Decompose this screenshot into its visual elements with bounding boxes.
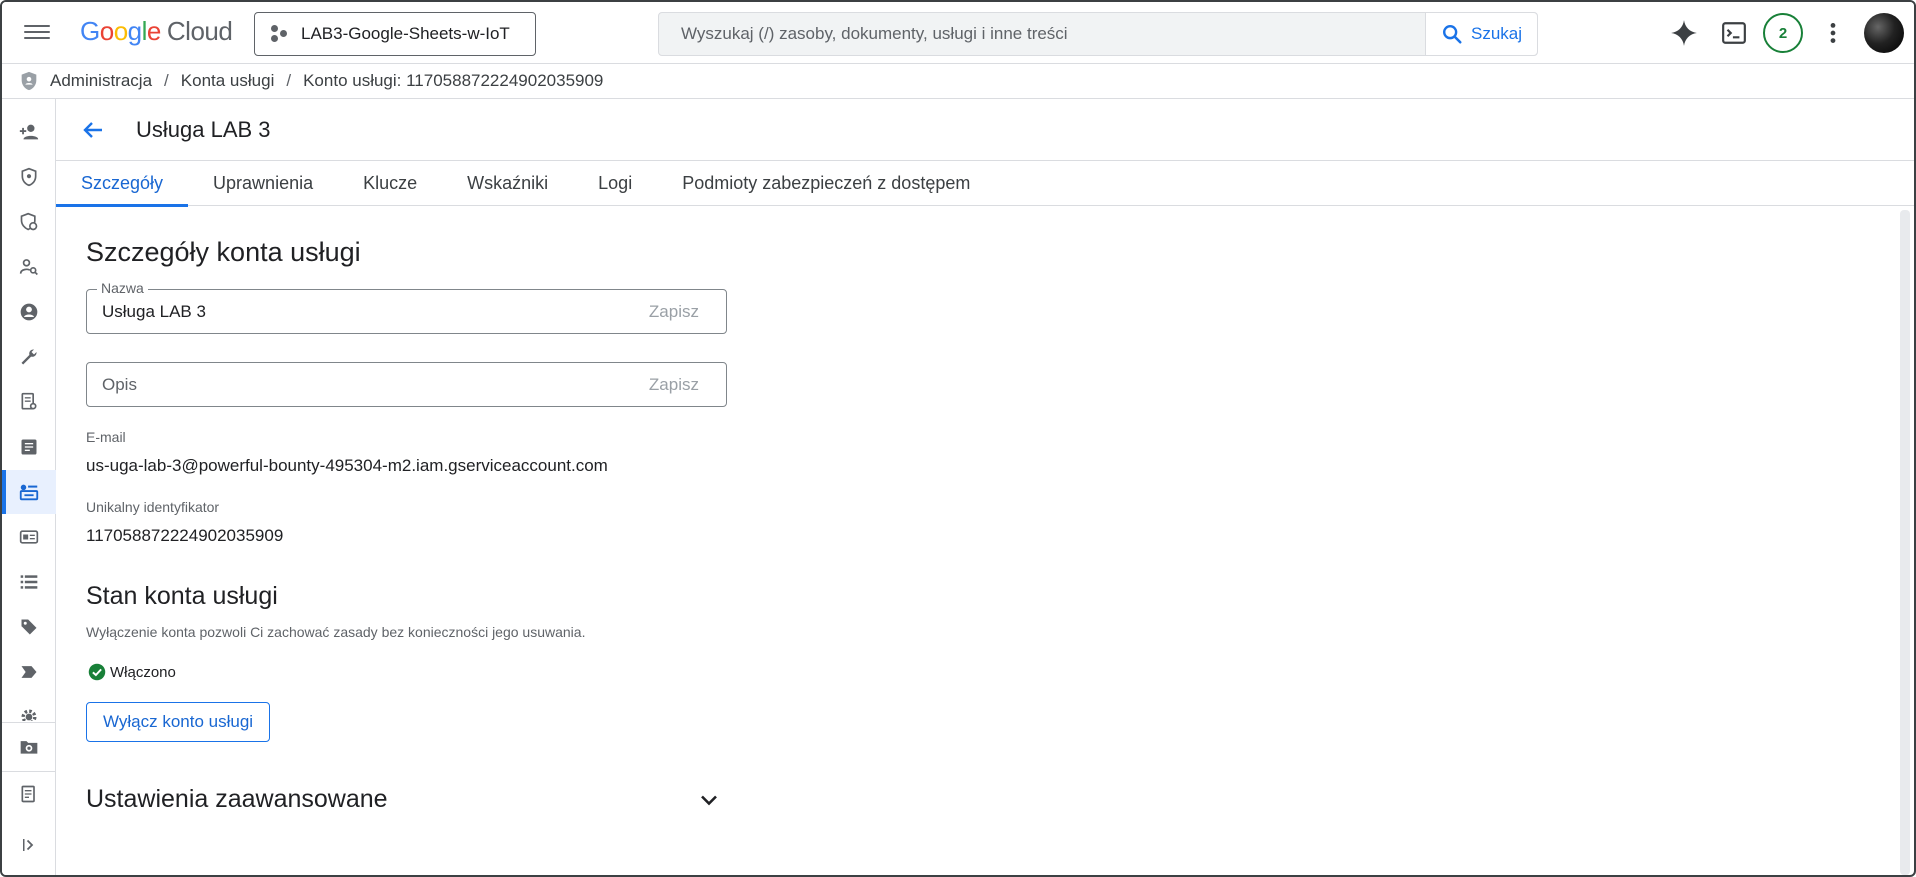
save-description-button[interactable]: Zapisz (649, 375, 726, 395)
release-notes-icon[interactable] (2, 772, 56, 816)
left-nav-rail (2, 99, 56, 875)
name-field: Nazwa Zapisz (86, 280, 727, 334)
save-name-button[interactable]: Zapisz (649, 302, 726, 322)
search-bar: Szukaj (658, 12, 1538, 56)
label-icon[interactable] (2, 650, 56, 694)
email-label: E-mail (86, 429, 126, 445)
page-header: Usługa LAB 3 (56, 99, 1914, 161)
unique-id-value: 117058872224902035909 (86, 526, 284, 545)
service-account-icon[interactable] (2, 470, 56, 514)
project-name: LAB3-Google-Sheets-w-IoT (301, 24, 510, 43)
gemini-sparkle-icon[interactable] (1668, 17, 1700, 49)
breadcrumb-service-accounts[interactable]: Konta usługi (181, 71, 275, 91)
page-title: Usługa LAB 3 (136, 116, 271, 142)
description-input[interactable] (87, 374, 649, 395)
policy-icon[interactable] (2, 200, 56, 244)
advanced-settings-toggle[interactable]: Ustawienia zaawansowane (86, 785, 727, 814)
id-card-icon[interactable] (2, 515, 56, 559)
tab-principals-with-access[interactable]: Podmioty zabezpieczeń z dostępem (657, 161, 995, 206)
chevron-down-icon (701, 795, 717, 805)
vertical-scrollbar[interactable] (1900, 210, 1910, 875)
person-search-icon[interactable] (2, 245, 56, 289)
note-icon[interactable] (2, 425, 56, 469)
disable-account-button[interactable]: Wyłącz konto usługi (86, 702, 271, 742)
tag-icon[interactable] (2, 605, 56, 649)
breadcrumb-current: Konto usługi: 117058872224902035909 (303, 71, 604, 90)
description-field: Zapisz (86, 362, 727, 407)
avatar[interactable] (1864, 13, 1904, 53)
advanced-settings-heading: Ustawienia zaawansowane (86, 785, 388, 813)
project-picker[interactable]: LAB3-Google-Sheets-w-IoT (254, 12, 536, 56)
rail-divider (2, 722, 56, 723)
folder-gear-icon[interactable] (2, 725, 56, 769)
search-icon (1443, 25, 1462, 44)
shield-icon (21, 71, 37, 91)
details-content: Szczegóły konta usługi Nazwa Zapisz Zapi… (56, 207, 1894, 875)
google-cloud-logo[interactable]: Google Cloud (80, 16, 233, 47)
wrench-icon[interactable] (2, 335, 56, 379)
breadcrumb: Administracja / Konta usługi / Konto usł… (2, 64, 1914, 99)
tab-keys[interactable]: Klucze (338, 161, 442, 206)
check-circle-icon (88, 663, 106, 681)
person-add-icon[interactable] (2, 110, 56, 154)
status-description: Wyłączenie konta pozwoli Ci zachować zas… (86, 624, 586, 640)
details-heading: Szczegóły konta usługi (86, 237, 361, 267)
collapse-icon[interactable] (2, 823, 56, 867)
account-circle-icon[interactable] (2, 290, 56, 334)
email-value: us-uga-lab-3@powerful-bounty-495304-m2.i… (86, 456, 608, 475)
breadcrumb-separator: / (164, 71, 169, 90)
shield-icon[interactable] (2, 155, 56, 199)
name-label: Nazwa (97, 280, 148, 296)
top-bar: GoogleCloud LAB3-Google-Sheets-w-IoT Szu… (2, 2, 1914, 64)
main-menu-icon[interactable] (24, 21, 50, 45)
breadcrumb-separator: / (286, 71, 292, 90)
status-text: Włączono (110, 663, 176, 681)
search-input[interactable] (659, 13, 1425, 55)
more-vert-icon[interactable] (1817, 17, 1849, 49)
tab-bar: Szczegóły Uprawnienia Klucze Wskaźniki L… (56, 161, 1914, 207)
search-button[interactable]: Szukaj (1425, 13, 1537, 55)
tab-details[interactable]: Szczegóły (56, 161, 189, 207)
tab-metrics[interactable]: Wskaźniki (442, 161, 573, 206)
status-indicator: Włączono (88, 663, 176, 681)
list-icon[interactable] (2, 560, 56, 604)
cloud-shell-icon[interactable] (1718, 17, 1750, 49)
notifications-badge[interactable]: 2 (1763, 13, 1803, 53)
breadcrumb-admin[interactable]: Administracja (50, 71, 152, 91)
project-icon (271, 25, 289, 43)
audit-icon[interactable] (2, 380, 56, 424)
unique-id-label: Unikalny identyfikator (86, 499, 220, 515)
search-button-label: Szukaj (1470, 24, 1523, 43)
status-heading: Stan konta usługi (86, 582, 278, 610)
tab-permissions[interactable]: Uprawnienia (188, 161, 338, 206)
back-arrow-icon[interactable] (78, 115, 108, 145)
gear-icon[interactable] (2, 695, 56, 721)
tab-logs[interactable]: Logi (573, 161, 657, 206)
browser-frame: GoogleCloud LAB3-Google-Sheets-w-IoT Szu… (0, 0, 1916, 877)
name-input[interactable] (87, 301, 649, 322)
